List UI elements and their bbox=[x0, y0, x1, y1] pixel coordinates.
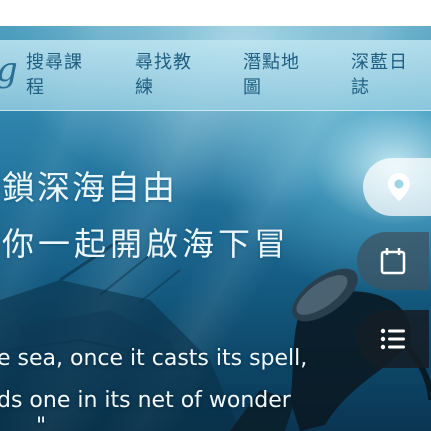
page: g 搜尋課程 尋找教練 潛點地圖 深藍日誌 鎖深海自由 你一起開啟海下冒 e s… bbox=[0, 0, 431, 431]
calendar-icon bbox=[380, 248, 406, 275]
nav-item-find-instructor[interactable]: 尋找教練 bbox=[135, 50, 197, 100]
calendar-button[interactable] bbox=[357, 232, 429, 290]
brand-logo[interactable]: g bbox=[0, 50, 24, 90]
hero-title-line-1: 鎖深海自由 bbox=[2, 168, 177, 207]
location-pin-icon bbox=[388, 173, 410, 201]
nav-item-deep-blue-log[interactable]: 深藍日誌 bbox=[351, 50, 423, 100]
hero-quote-line-1: e sea, once it casts its spell, bbox=[0, 346, 308, 371]
hero-title-line-2: 你一起開啟海下冒 bbox=[2, 225, 291, 263]
list-icon bbox=[380, 328, 405, 350]
nav-item-dive-site-map[interactable]: 潛點地圖 bbox=[243, 50, 305, 100]
hero-quote-line-3: " bbox=[36, 414, 47, 431]
top-navigation: g 搜尋課程 尋找教練 潛點地圖 深藍日誌 bbox=[0, 40, 431, 111]
location-button[interactable] bbox=[363, 158, 431, 216]
top-strip bbox=[0, 0, 431, 26]
list-button[interactable] bbox=[357, 310, 429, 368]
nav-item-search-courses[interactable]: 搜尋課程 bbox=[26, 50, 98, 100]
